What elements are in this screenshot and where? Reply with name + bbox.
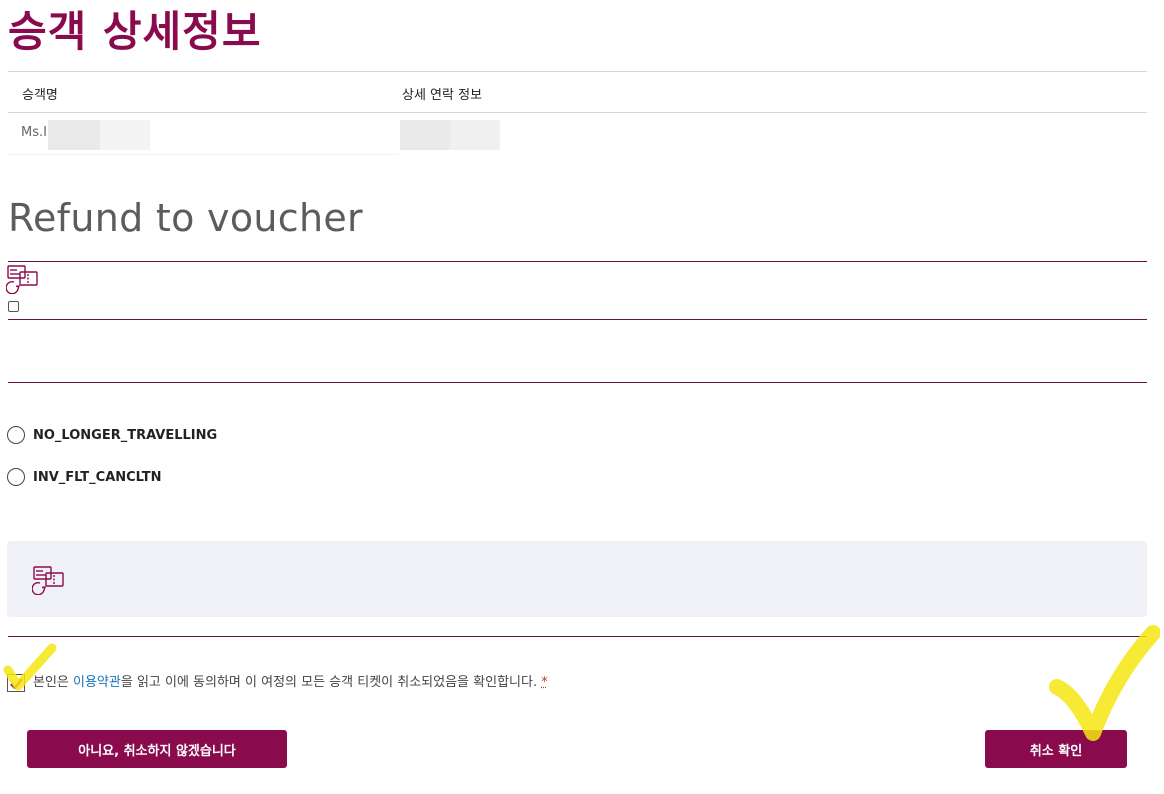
passenger-name-value: Ms.I	[21, 125, 47, 140]
voucher-icon	[31, 565, 64, 596]
reason-label: INV_FLT_CANCLTN	[33, 469, 162, 485]
do-not-cancel-button[interactable]: 아니요, 취소하지 않겠습니다	[27, 730, 287, 768]
divider	[8, 154, 398, 155]
redacted-block	[100, 120, 150, 150]
voucher-icon	[5, 264, 38, 295]
divider	[8, 382, 1147, 383]
terms-text-before: 본인은	[33, 675, 74, 690]
reason-radio[interactable]	[7, 426, 25, 444]
highlighter-check-mark	[1049, 625, 1160, 741]
terms-text-after: 을 읽고 이에 동의하며 이 여정의 모든 승객 티켓이 취소되었음을 확인합니…	[120, 675, 542, 690]
redacted-block	[400, 120, 450, 150]
divider	[8, 261, 1147, 262]
reason-option-no-longer-travelling[interactable]: NO_LONGER_TRAVELLING	[7, 426, 217, 444]
redacted-block	[48, 120, 100, 150]
terms-link[interactable]: 이용약관	[73, 675, 121, 690]
confirm-cancellation-button[interactable]: 취소 확인	[985, 730, 1127, 768]
checkmark-icon	[9, 677, 23, 689]
reason-radio[interactable]	[7, 468, 25, 486]
refund-section-title: Refund to voucher	[8, 196, 363, 240]
redacted-block	[450, 120, 500, 150]
divider	[8, 71, 1147, 72]
required-mark: *	[541, 675, 548, 690]
reason-option-inv-flt-cancltn[interactable]: INV_FLT_CANCLTN	[7, 468, 162, 486]
divider	[8, 636, 1147, 637]
passenger-details-page: 승객 상세정보 승객명 상세 연락 정보 Ms.I Refund to vouc…	[0, 0, 1164, 794]
reason-label: NO_LONGER_TRAVELLING	[33, 427, 218, 443]
terms-agreement-text: 본인은 이용약관을 읽고 이에 동의하며 이 여정의 모든 승객 티켓이 취소되…	[33, 674, 548, 692]
passenger-name-header: 승객명	[22, 88, 58, 103]
contact-details-header: 상세 연락 정보	[402, 88, 483, 103]
terms-agreement-checkbox[interactable]	[7, 674, 25, 692]
refund-voucher-checkbox[interactable]	[8, 301, 19, 312]
page-title: 승객 상세정보	[8, 7, 262, 56]
voucher-info-box	[7, 541, 1147, 617]
divider	[8, 319, 1147, 320]
divider	[8, 112, 1147, 113]
